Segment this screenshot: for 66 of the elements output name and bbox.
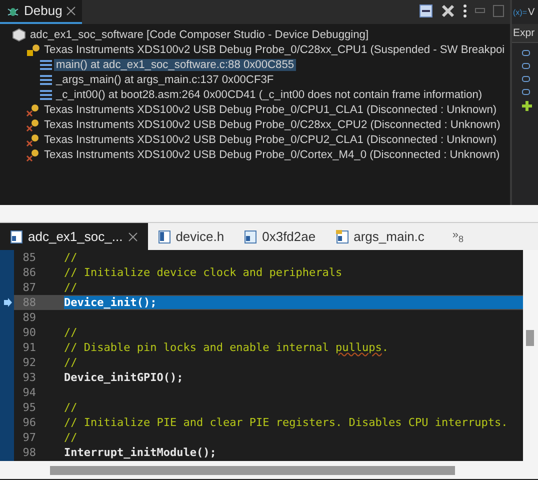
close-icon[interactable] (128, 232, 138, 242)
code-comment: // (64, 281, 78, 294)
code-comment: // (64, 431, 78, 444)
collapse-all-icon[interactable] (419, 4, 433, 18)
line-number: 89 (22, 311, 37, 324)
file-icon (244, 230, 258, 244)
line-number: 86 (22, 266, 37, 279)
line-number: 85 (22, 251, 37, 264)
line-number: 90 (22, 326, 37, 339)
plus-icon[interactable] (522, 101, 532, 111)
code-comment: // (64, 326, 78, 339)
line-number: 91 (22, 341, 37, 354)
horizontal-scrollbar[interactable] (0, 461, 538, 479)
file-icon (336, 230, 349, 244)
tree-item[interactable]: adc_ex1_soc_software [Code Composer Studio - Device Debugging] (28, 28, 371, 40)
line-number: 95 (22, 401, 37, 414)
file-icon (10, 230, 23, 244)
line-number: 88 (22, 296, 37, 309)
code-comment: // Initialize device clock and peripherals (64, 266, 342, 279)
minimize-icon[interactable] (475, 8, 485, 14)
current-line-arrow-icon (2, 298, 12, 307)
column-header: Expr (512, 24, 538, 43)
editor-tab[interactable]: args_main.c (326, 223, 434, 250)
overflow-count: 8 (458, 233, 464, 244)
line-number: 96 (22, 416, 37, 429)
line-number: 94 (22, 386, 37, 399)
line-number: 92 (22, 356, 37, 369)
variables-icon: (x)= (513, 8, 527, 16)
tree-item[interactable]: Texas Instruments XDS100v2 USB Debug Probe_0/Cortex_M4_0 (Disconnected : Unknown) (42, 148, 502, 160)
stack-frame-icon (40, 90, 52, 100)
tree-item[interactable]: main() at adc_ex1_soc_software.c:88 0x00C855 (54, 58, 296, 70)
editor-tab[interactable]: device.h (148, 223, 234, 250)
code-comment: // (64, 251, 78, 264)
debug-tab[interactable]: Debug (0, 0, 82, 24)
tree-item[interactable]: Texas Instruments XDS100v2 USB Debug Probe_0/CPU2_CLA1 (Disconnected : Unknown) (42, 134, 499, 146)
gear-cross-icon (26, 132, 40, 146)
gear-cross-icon (26, 118, 40, 132)
stack-frame-icon (40, 60, 52, 70)
cube-icon (12, 28, 26, 42)
editor-tab[interactable]: adc_ex1_soc_... (0, 223, 148, 250)
tree-item[interactable]: _args_main() at args_main.c:137 0x00CF3F (54, 74, 276, 86)
stack-frame-icon (40, 74, 52, 84)
view-menu-icon[interactable] (463, 4, 467, 18)
tree-item[interactable]: Texas Instruments XDS100v2 USB Debug Probe_0/C28xx_CPU1 (Suspended - SW Breakpoi (42, 44, 507, 56)
remove-all-icon[interactable] (441, 4, 455, 18)
code-comment: // Initialize PIE and clear PIE registers. Disables CPU interrupts. (64, 416, 508, 429)
vertical-scrollbar[interactable] (523, 250, 538, 461)
line-number: 93 (22, 371, 37, 384)
maximize-icon[interactable] (493, 5, 504, 17)
tree-item[interactable]: _c_int00() at boot28.asm:264 0x00CD41 (_c_int00 does not contain frame information) (54, 88, 484, 100)
close-icon[interactable] (66, 6, 76, 16)
variables-tab[interactable]: V (528, 6, 535, 18)
gear-icon (26, 42, 40, 56)
editor-tab[interactable]: 0x3fd2ae (234, 223, 326, 250)
line-number: 97 (22, 431, 37, 444)
code-comment: // (64, 401, 78, 414)
gear-cross-icon (26, 102, 40, 116)
code-comment: // (64, 356, 78, 369)
line-number: 98 (22, 446, 37, 459)
line-number: 87 (22, 281, 37, 294)
tree-item[interactable]: Texas Instruments XDS100v2 USB Debug Probe_0/CPU1_CLA1 (Disconnected : Unknown) (42, 104, 499, 116)
code-comment: // Disable pin locks and enable internal pullups. (64, 341, 389, 354)
gear-cross-icon (26, 148, 40, 162)
overflow-icon[interactable]: » (452, 229, 459, 241)
tree-item[interactable]: Texas Instruments XDS100v2 USB Debug Probe_0/C28xx_CPU2 (Disconnected : Unknown) (42, 118, 502, 130)
file-icon (158, 230, 171, 244)
